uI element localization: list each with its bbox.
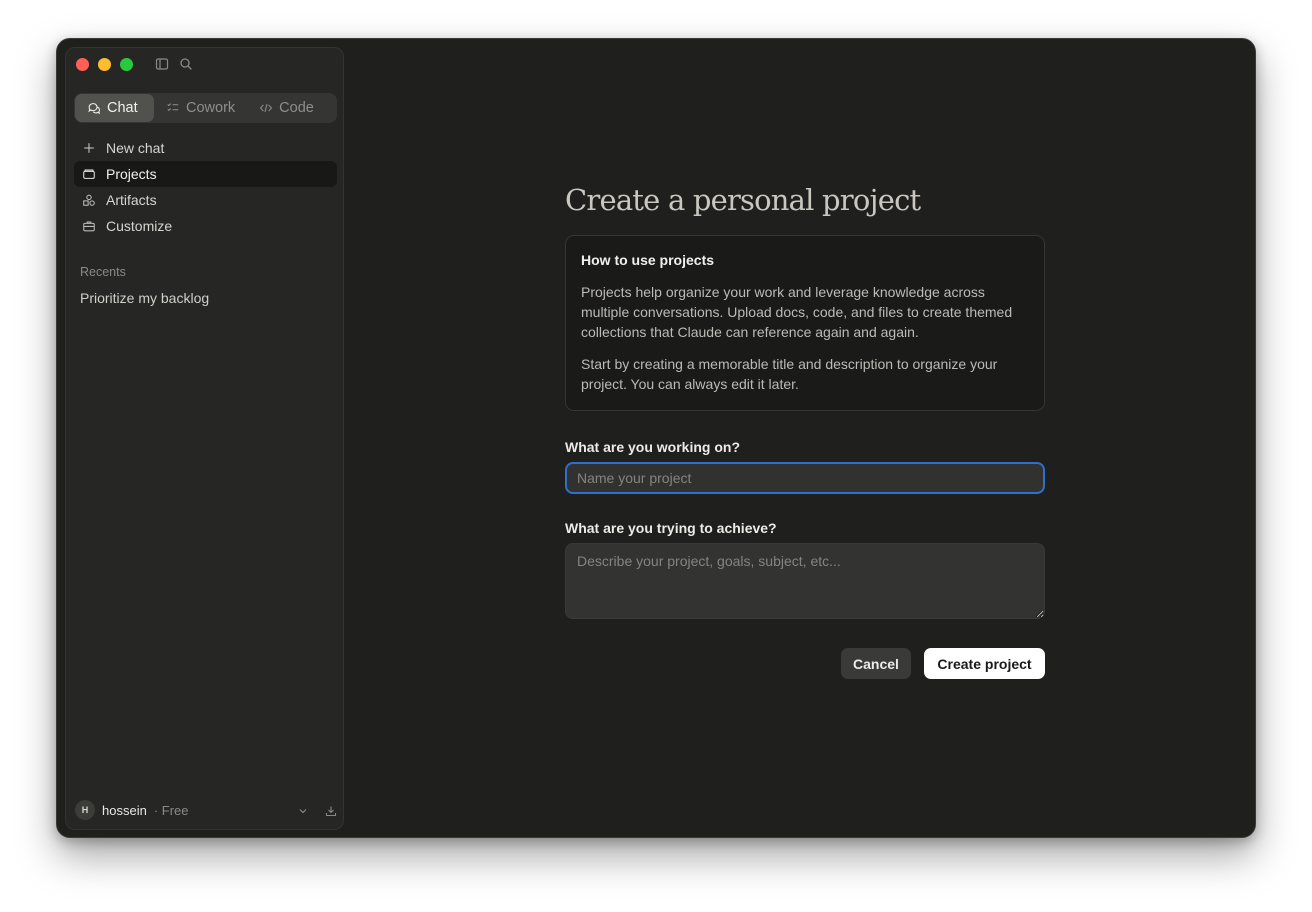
recent-chat-item[interactable]: Prioritize my backlog [80, 290, 209, 306]
chat-bubbles-icon [88, 103, 101, 115]
project-description-input[interactable] [565, 543, 1045, 619]
sidebar: Chat Cowork Code New chat Projects Artif… [65, 47, 344, 830]
sidebar-item-artifacts[interactable]: Artifacts [74, 187, 337, 213]
checklist-icon [167, 103, 179, 112]
sidebar-item-projects[interactable]: Projects [74, 161, 337, 187]
avatar: H [75, 800, 95, 820]
mode-switcher: Chat Cowork Code [74, 93, 337, 123]
user-menu[interactable]: H hossein · Free [75, 799, 337, 821]
sidebar-toggle-icon[interactable] [154, 56, 170, 72]
project-name-input[interactable] [565, 462, 1045, 494]
project-description-label: What are you trying to achieve? [565, 520, 777, 536]
tab-chat[interactable]: Chat [75, 94, 154, 122]
info-card-paragraph: Projects help organize your work and lev… [581, 284, 1013, 340]
project-name-label: What are you working on? [565, 439, 741, 455]
sidebar-item-label: New chat [106, 140, 165, 156]
recents-heading: Recents [80, 265, 126, 279]
sidebar-item-label: Artifacts [106, 192, 157, 208]
sidebar-nav: New chat Projects Artifacts Customize [74, 135, 337, 239]
create-project-form: Create a personal project How to use pro… [565, 183, 1045, 679]
app-window: Chat Cowork Code New chat Projects Artif… [56, 38, 1256, 838]
form-actions: Cancel Create project [565, 648, 1045, 679]
cancel-button[interactable]: Cancel [841, 648, 911, 679]
tab-code-label: Code [279, 100, 314, 116]
window-controls [76, 58, 133, 71]
sidebar-item-customize[interactable]: Customize [74, 213, 337, 239]
create-project-button[interactable]: Create project [924, 648, 1045, 679]
briefcase-icon [83, 221, 95, 232]
tab-cowork[interactable]: Cowork [154, 94, 247, 122]
code-icon [260, 103, 273, 113]
minimize-window-button[interactable] [98, 58, 111, 71]
close-window-button[interactable] [76, 58, 89, 71]
user-name: hossein [102, 802, 147, 818]
folder-icon [83, 169, 95, 179]
tab-chat-label: Chat [107, 100, 138, 116]
shapes-icon [83, 194, 95, 206]
search-icon[interactable] [178, 56, 194, 72]
sidebar-item-new-chat[interactable]: New chat [74, 135, 337, 161]
download-icon[interactable] [325, 804, 337, 817]
page-title: Create a personal project [565, 183, 921, 217]
tab-code[interactable]: Code [247, 94, 326, 122]
info-card-title: How to use projects [581, 252, 715, 268]
chevron-down-icon[interactable] [297, 804, 309, 816]
user-plan: · Free [153, 802, 189, 818]
plus-icon [84, 143, 94, 153]
info-card-paragraph: Start by creating a memorable title and … [581, 356, 998, 392]
maximize-window-button[interactable] [120, 58, 133, 71]
sidebar-toolbar [154, 56, 194, 72]
sidebar-item-label: Projects [106, 166, 157, 182]
tab-cowork-label: Cowork [186, 100, 236, 116]
sidebar-item-label: Customize [106, 218, 173, 234]
info-card: How to use projects Projects help organi… [565, 235, 1045, 411]
